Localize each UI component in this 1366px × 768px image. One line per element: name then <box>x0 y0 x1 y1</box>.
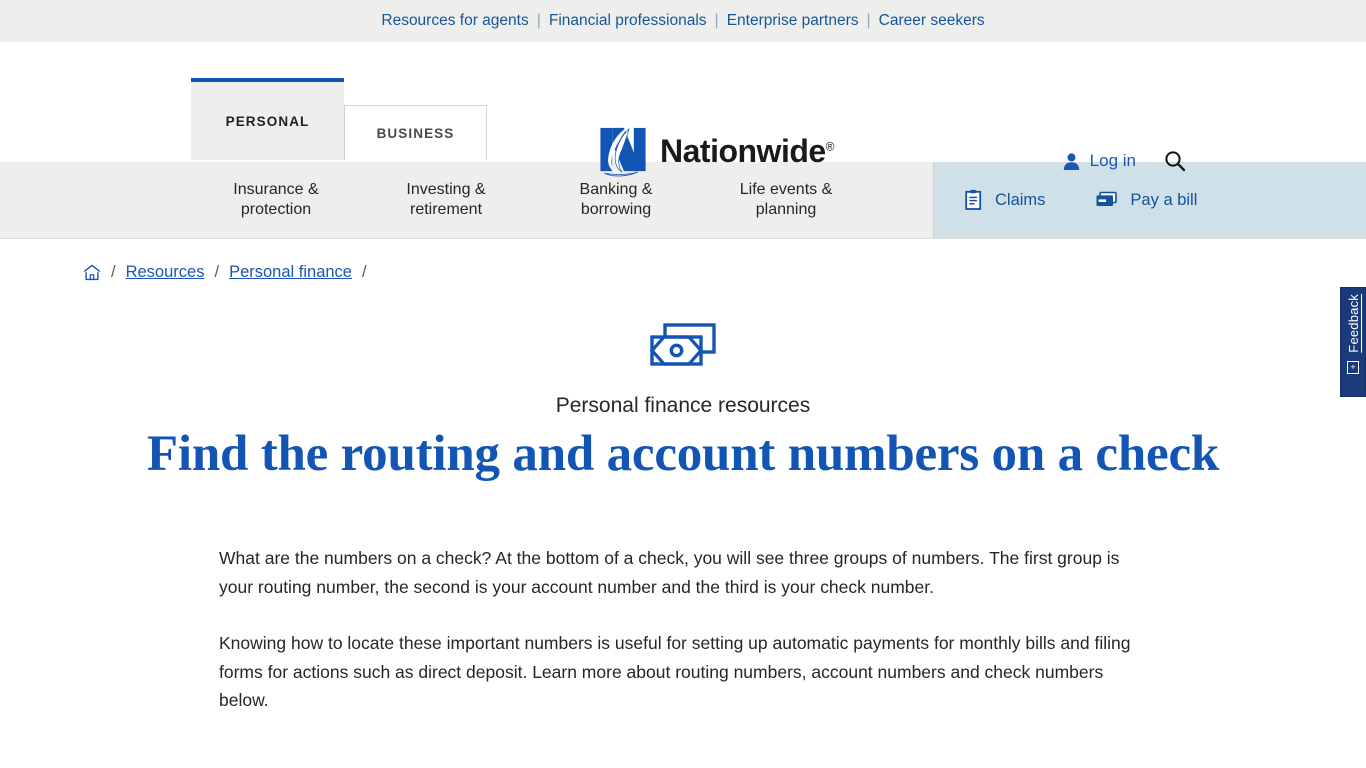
hero-eyebrow: Personal finance resources <box>555 394 811 417</box>
nav-item-label-line1: Insurance & <box>233 180 319 198</box>
header-actions: Log in <box>1062 150 1186 172</box>
hero-section: Personal finance resources Find the rout… <box>0 282 1366 482</box>
audience-tabs: PERSONAL BUSINESS <box>191 42 487 162</box>
nav-item-label-line1: Banking & <box>579 180 653 198</box>
nav-item-insurance-protection[interactable]: Insurance & protection <box>191 180 361 221</box>
nav-item-label-line2: protection <box>240 201 312 218</box>
nav-item-life-events-planning[interactable]: Life events & planning <box>701 180 871 221</box>
nationwide-n-eagle-icon <box>600 126 646 177</box>
breadcrumb-separator: / <box>361 263 367 281</box>
utility-links: Resources for agents | Financial profess… <box>373 12 992 30</box>
site-header: PERSONAL BUSINESS Nationwide® Log in <box>0 42 1366 177</box>
tab-business-label: BUSINESS <box>376 125 455 141</box>
search-button[interactable] <box>1164 150 1186 172</box>
tab-business[interactable]: BUSINESS <box>344 105 487 160</box>
nav-quick-actions: Claims Pay a bill <box>933 162 1366 238</box>
article-body: What are the numbers on a check? At the … <box>213 482 1153 715</box>
search-icon <box>1165 151 1186 172</box>
logo-wordmark: Nationwide® <box>660 133 835 169</box>
tab-personal-label: PERSONAL <box>225 113 310 129</box>
clipboard-icon <box>965 189 982 210</box>
nav-item-label-line1: Investing & <box>406 180 486 198</box>
article-paragraph-2: Knowing how to locate these important nu… <box>219 633 1131 711</box>
money-card-icon <box>1096 191 1118 206</box>
banknote-icon <box>649 323 716 366</box>
nav-item-label-line2: borrowing <box>580 201 652 218</box>
login-button[interactable]: Log in <box>1062 151 1136 171</box>
nav-item-banking-borrowing[interactable]: Banking & borrowing <box>531 180 701 221</box>
utility-link-resources-for-agents[interactable]: Resources for agents <box>373 12 536 30</box>
breadcrumb-separator: / <box>111 263 116 281</box>
nav-item-label-line2: planning <box>755 201 817 218</box>
pay-a-bill-button[interactable]: Pay a bill <box>1093 190 1197 210</box>
breadcrumb-home-link[interactable] <box>83 264 101 281</box>
breadcrumb-separator: / <box>214 263 220 281</box>
nav-item-label-line1: Life events & <box>739 180 833 198</box>
feedback-label: Feedback <box>1345 294 1361 353</box>
feedback-tab[interactable]: Feedback + <box>1340 287 1366 397</box>
utility-bar: Resources for agents | Financial profess… <box>0 0 1366 42</box>
home-icon <box>83 264 101 281</box>
page-title: Find the routing and account numbers on … <box>146 426 1220 482</box>
tab-personal[interactable]: PERSONAL <box>191 78 344 160</box>
utility-link-enterprise-partners[interactable]: Enterprise partners <box>719 12 867 30</box>
utility-link-financial-professionals[interactable]: Financial professionals <box>541 12 715 30</box>
pay-a-bill-label: Pay a bill <box>1130 190 1198 209</box>
nav-item-investing-retirement[interactable]: Investing & retirement <box>361 180 531 221</box>
utility-link-career-seekers[interactable]: Career seekers <box>871 12 993 30</box>
hero-icon-wrap <box>0 318 1366 374</box>
nationwide-logo[interactable]: Nationwide® <box>598 124 835 179</box>
nav-item-label-line2: retirement <box>409 201 483 218</box>
claims-button[interactable]: Claims <box>964 189 1045 211</box>
breadcrumb: / Resources / Personal finance / <box>0 239 1366 282</box>
claims-label: Claims <box>995 190 1046 209</box>
breadcrumb-item-resources[interactable]: Resources <box>126 263 205 282</box>
feedback-expand-icon[interactable]: + <box>1347 360 1359 374</box>
login-label: Log in <box>1089 151 1136 170</box>
article-paragraph-1: What are the numbers on a check? At the … <box>219 548 1120 597</box>
breadcrumb-item-personal-finance[interactable]: Personal finance <box>229 263 352 282</box>
user-icon <box>1063 152 1079 170</box>
registered-mark: ® <box>825 139 835 154</box>
